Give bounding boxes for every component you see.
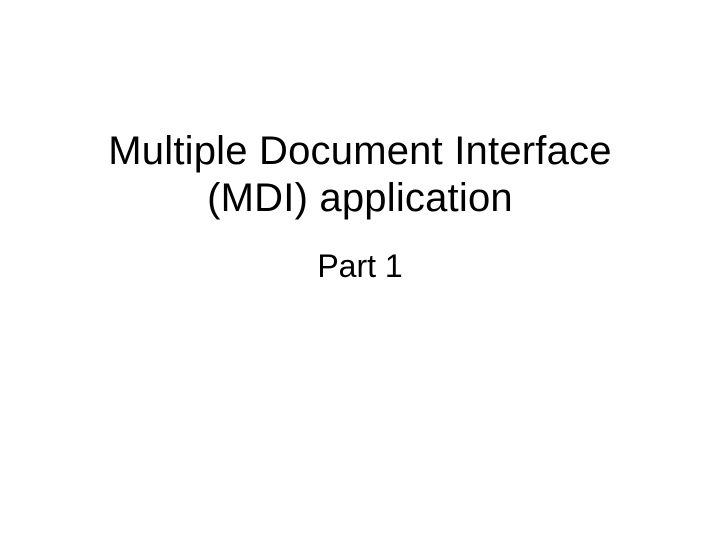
title-line-2: (MDI) application — [207, 176, 513, 220]
title-line-1: Multiple Document Interface — [108, 129, 611, 173]
slide-subtitle: Part 1 — [317, 248, 402, 285]
slide-title: Multiple Document Interface (MDI) applic… — [108, 128, 611, 222]
